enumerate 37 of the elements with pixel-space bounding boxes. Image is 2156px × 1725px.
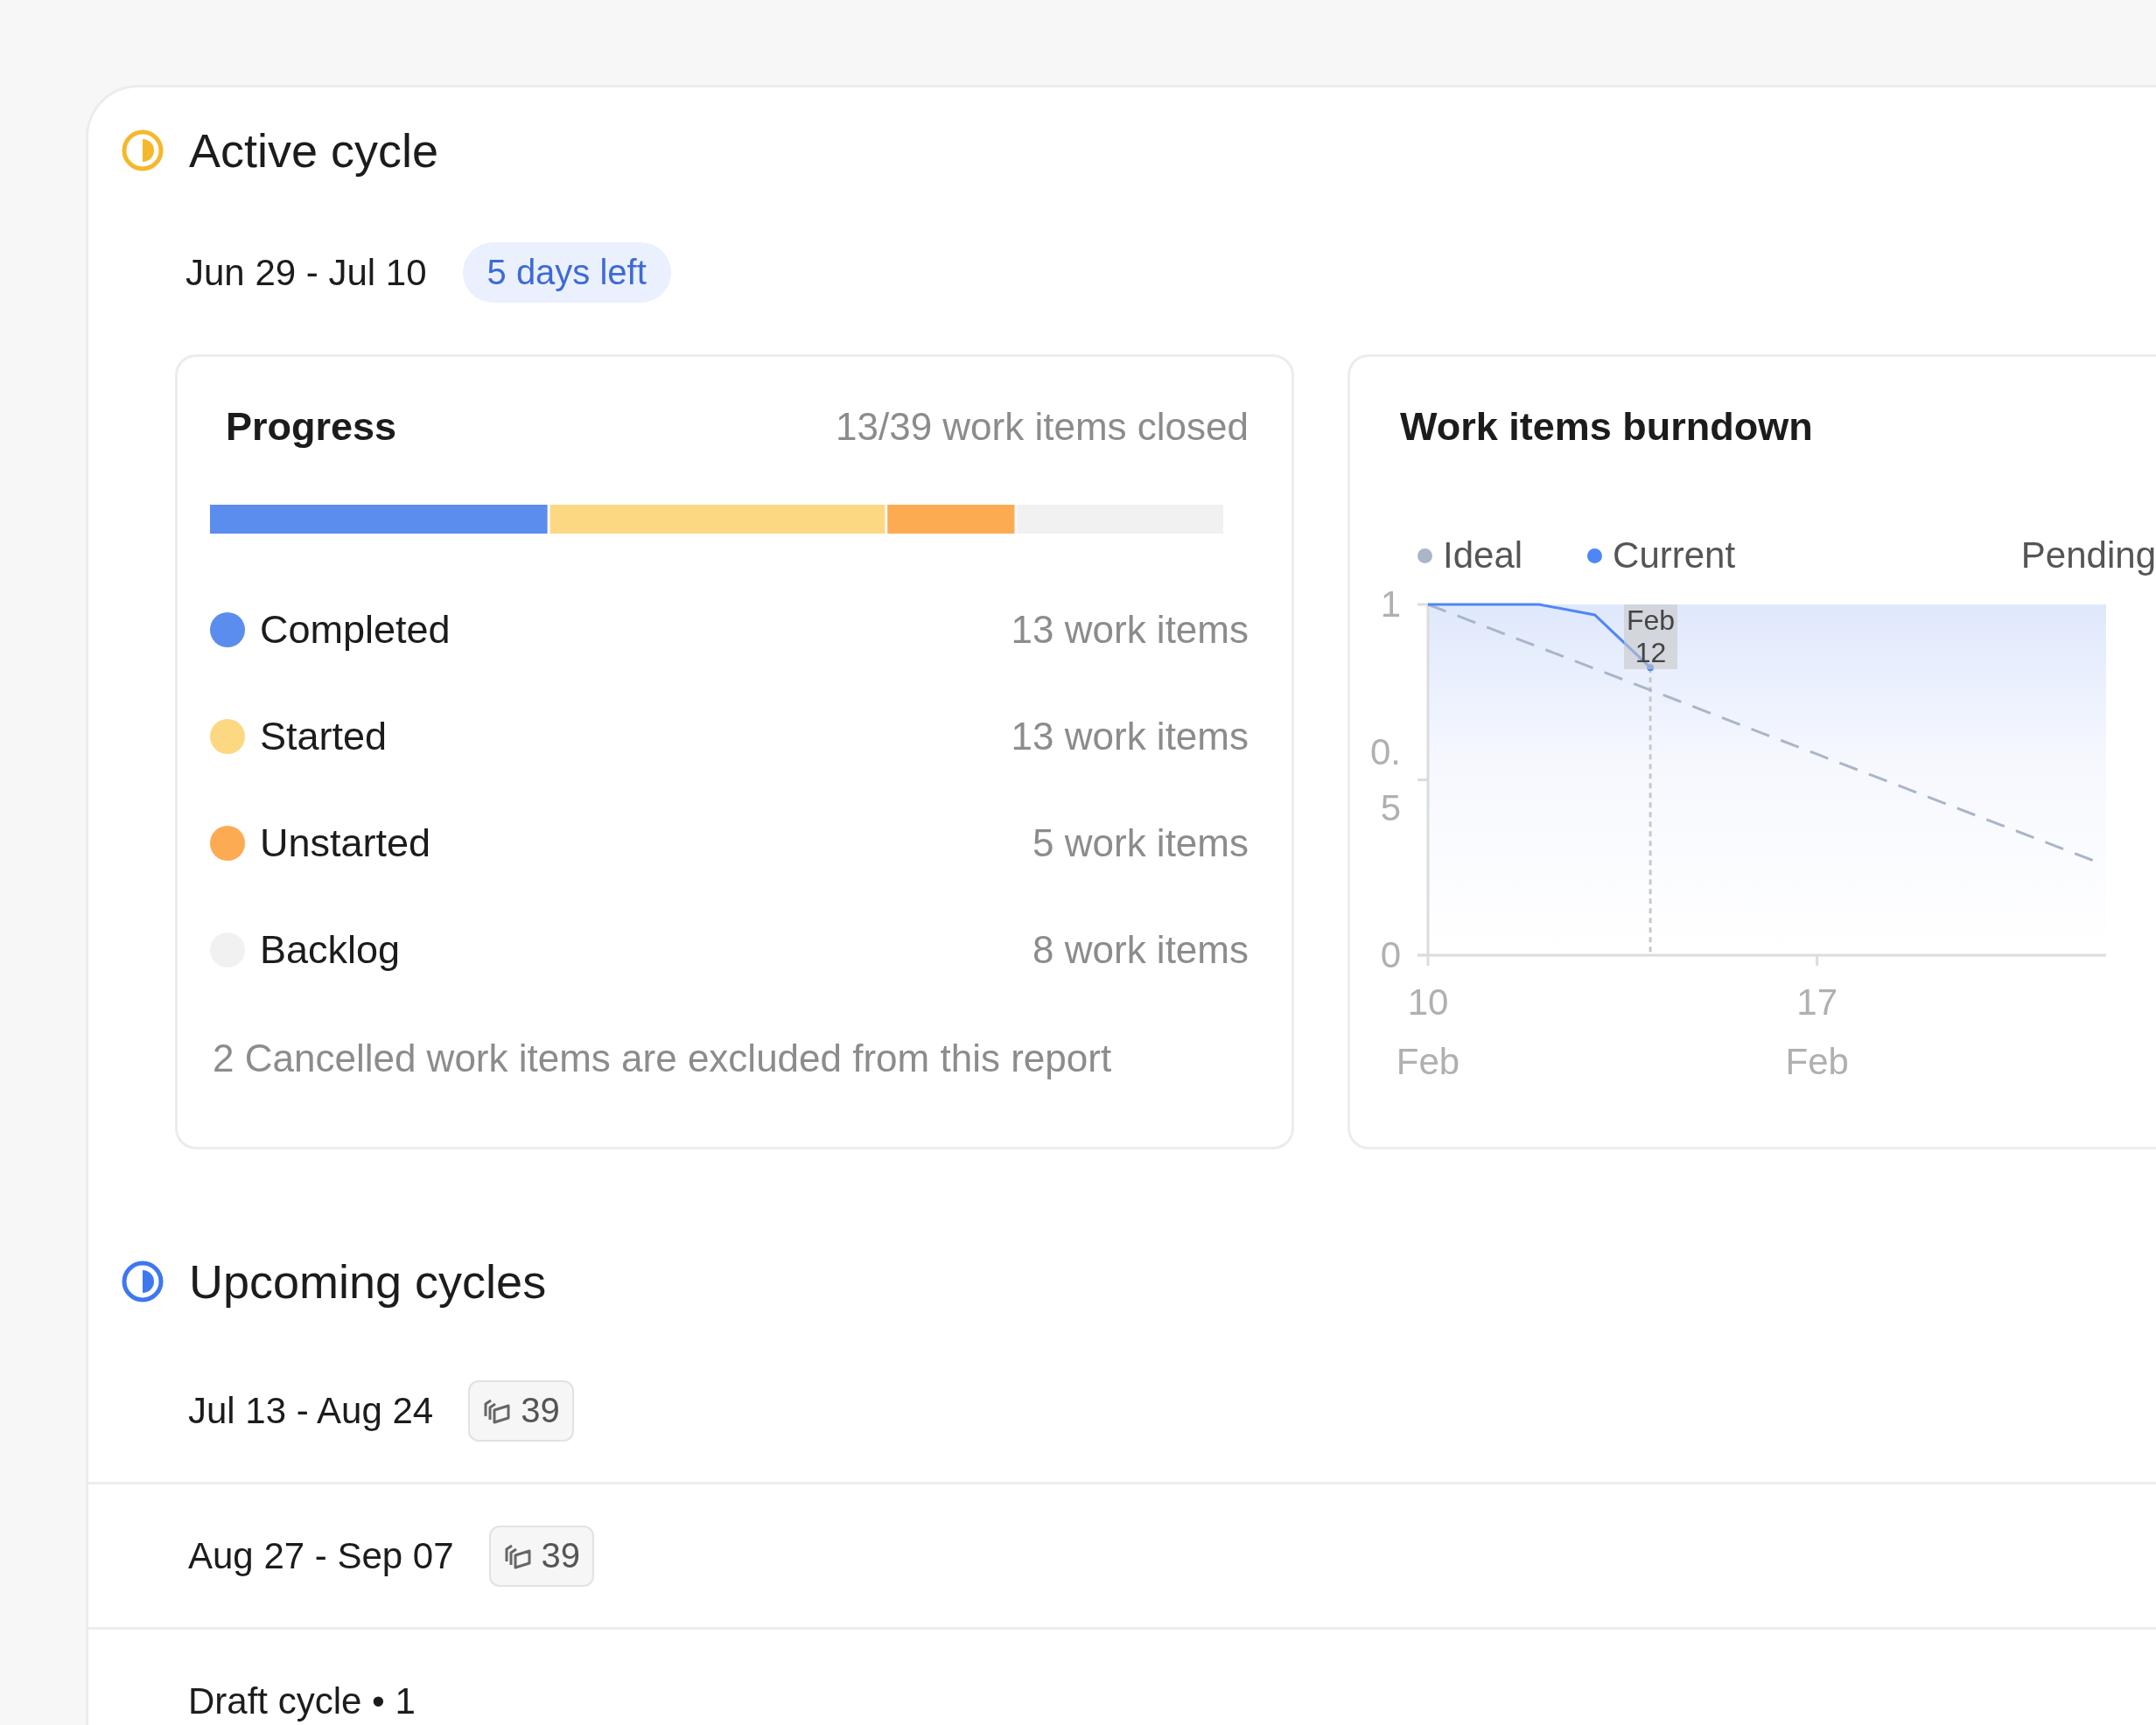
state-count: 5 work items bbox=[1032, 821, 1249, 865]
y-axis-label: 0. 5 bbox=[1368, 730, 1401, 830]
x-axis-label: 17 bbox=[1796, 981, 1839, 1024]
x-axis-month-label: Feb bbox=[1395, 1040, 1461, 1084]
work-item-count: 39 bbox=[468, 1379, 574, 1442]
state-label: Started bbox=[260, 714, 388, 759]
section-title: Active cycle bbox=[189, 123, 439, 178]
legend-label: Pending bbox=[2020, 534, 2156, 576]
cycle-date-range: Jun 29 - Jul 10 bbox=[186, 251, 427, 294]
card-title: Progress bbox=[226, 403, 397, 450]
half-circle-icon bbox=[121, 1260, 164, 1303]
y-axis-label: 0 bbox=[1379, 933, 1401, 977]
y-axis-label: 1 bbox=[1379, 583, 1401, 626]
state-label: Unstarted bbox=[260, 821, 431, 866]
excluded-note: 2 Cancelled work items are excluded from this report bbox=[212, 1036, 1113, 1081]
legend-dot bbox=[1418, 548, 1432, 563]
state-count: 13 work items bbox=[1011, 715, 1249, 758]
state-label: Backlog bbox=[260, 927, 401, 973]
days-left-badge: 5 days left bbox=[462, 242, 671, 303]
work-item-count: 39 bbox=[488, 1525, 595, 1587]
state-count: 8 work items bbox=[1032, 928, 1249, 972]
cycle-date-range[interactable]: Jul 13 - Aug 24 bbox=[188, 1389, 434, 1432]
section-title: Upcoming cycles bbox=[189, 1254, 547, 1309]
legend-label: Current bbox=[1613, 534, 1736, 576]
draft-cycle-label[interactable]: Draft cycle • 1 bbox=[188, 1680, 416, 1722]
current-point bbox=[1647, 664, 1655, 672]
cycle-date-range[interactable]: Aug 27 - Sep 07 bbox=[188, 1534, 454, 1577]
state-count: 13 work items bbox=[1011, 608, 1249, 652]
chart-tooltip: Feb 12 bbox=[1624, 604, 1677, 669]
half-circle-icon bbox=[121, 129, 164, 172]
x-axis-month-label: Feb bbox=[1784, 1040, 1850, 1084]
legend-dot bbox=[1587, 548, 1603, 563]
state-label: Completed bbox=[260, 607, 451, 653]
progress-summary: 13/39 work items closed bbox=[836, 404, 1249, 449]
legend-label: Ideal bbox=[1443, 534, 1523, 576]
x-axis-label: 10 bbox=[1406, 981, 1450, 1024]
card-title: Work items burndown bbox=[1400, 402, 1814, 450]
